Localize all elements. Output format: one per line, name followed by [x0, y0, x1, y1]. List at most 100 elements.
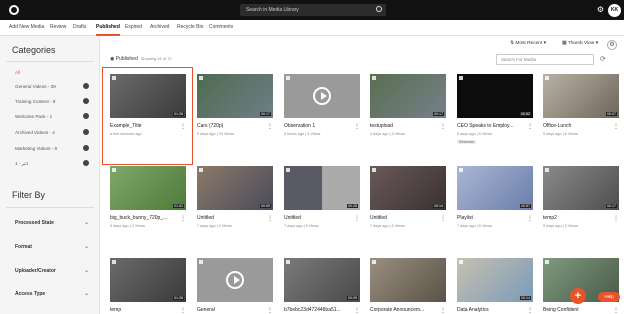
sidebar: Categories All General Videos - 38 Train…	[0, 36, 100, 314]
category-item[interactable]: Archived Videos - 4	[15, 129, 95, 135]
more-options-icon[interactable]: ⋮	[440, 307, 446, 314]
media-thumbnail[interactable]: 00:57	[457, 166, 533, 210]
expand-icon[interactable]	[83, 129, 89, 135]
media-title[interactable]: Untitled	[370, 215, 440, 221]
category-item[interactable]: General Videos - 38	[15, 83, 95, 89]
more-options-icon[interactable]: ⋮	[613, 215, 619, 222]
duration-badge: 00:28	[347, 204, 358, 208]
category-item[interactable]: 1 - انتر	[15, 160, 95, 167]
avatar[interactable]: KK	[608, 4, 621, 17]
media-thumbnail[interactable]: 00:09	[284, 258, 360, 302]
media-title[interactable]: Playlist	[457, 215, 527, 221]
tab-comments[interactable]: Comments	[209, 24, 233, 30]
sort-dropdown[interactable]: ⇅ Most Recent ▾	[510, 41, 546, 46]
filter-uploader[interactable]: Uploader/Creator ⌄	[15, 268, 95, 274]
more-options-icon[interactable]: ⋮	[354, 123, 360, 130]
filter-access-type[interactable]: Access Type ⌄	[15, 291, 95, 297]
media-search-input[interactable]: Search For Media	[496, 54, 594, 65]
category-all[interactable]: All	[15, 70, 95, 75]
search-icon[interactable]	[376, 6, 382, 12]
more-options-icon[interactable]: ⋮	[613, 123, 619, 130]
media-thumbnail[interactable]: 00:07	[543, 74, 619, 118]
media-title[interactable]: CEO Speaks to Employ...	[457, 123, 527, 129]
media-title[interactable]: testupload	[370, 123, 440, 129]
more-options-icon[interactable]: ⋮	[267, 123, 273, 130]
media-title[interactable]: big_buck_bunny_720p_...	[110, 215, 180, 221]
view-dropdown[interactable]: ▦ Thumb View ▾	[562, 41, 598, 46]
category-label: 1 - انتر	[15, 161, 29, 166]
duration-badge: 01:02	[173, 204, 184, 208]
media-title[interactable]: Observation 1	[284, 123, 354, 129]
more-options-icon[interactable]: ⋮	[180, 123, 186, 130]
tab-archived[interactable]: Archived	[150, 24, 169, 30]
media-title[interactable]: General	[197, 307, 267, 313]
logo-icon[interactable]	[9, 5, 19, 15]
expand-icon[interactable]	[83, 160, 89, 166]
tab-add-new-media[interactable]: Add New Media	[9, 24, 44, 30]
more-options-icon[interactable]: ⋮	[440, 123, 446, 130]
media-thumbnail[interactable]: 00:14	[457, 258, 533, 302]
media-title[interactable]: Corporate Announcem...	[370, 307, 440, 313]
media-title[interactable]: Being Confident	[543, 307, 613, 313]
expand-icon[interactable]	[83, 145, 89, 151]
expand-icon[interactable]	[83, 113, 89, 119]
filter-processed-state[interactable]: Processed State ⌄	[15, 220, 95, 226]
media-thumbnail[interactable]: 01:28	[110, 258, 186, 302]
more-options-icon[interactable]: ⋮	[527, 215, 533, 222]
more-options-icon[interactable]: ⋮	[180, 307, 186, 314]
media-title[interactable]: Cars (720p)	[197, 123, 267, 129]
media-thumbnail[interactable]: 01:02	[110, 166, 186, 210]
media-thumbnail[interactable]: 00:14	[370, 166, 446, 210]
tab-drafts[interactable]: Drafts	[73, 24, 86, 30]
sort-label: Most Recent	[515, 41, 543, 46]
media-title[interactable]: Data Analytics	[457, 307, 527, 313]
category-item[interactable]: Marketing Videos - 9	[15, 145, 95, 151]
category-item[interactable]: Welcome Pack - 1	[15, 113, 95, 119]
media-thumbnail[interactable]	[370, 258, 446, 302]
media-title[interactable]: Untitled	[284, 215, 354, 221]
media-thumbnail[interactable]: 00:28	[284, 166, 360, 210]
tab-recycle-bin[interactable]: Recycle Bin	[177, 24, 203, 30]
media-thumbnail[interactable]: 00:52	[457, 74, 533, 118]
media-title[interactable]: Office-Lunch	[543, 123, 613, 129]
media-thumbnail[interactable]: 01:28	[110, 74, 186, 118]
more-options-icon[interactable]: ⋮	[267, 215, 273, 222]
more-options-icon[interactable]: ⋮	[267, 307, 273, 314]
tab-expired[interactable]: Expired	[125, 24, 142, 30]
filter-format[interactable]: Format ⌄	[15, 244, 95, 250]
media-title[interactable]: Example_Title	[110, 123, 180, 129]
media-thumbnail[interactable]: 00:17	[370, 74, 446, 118]
duration-badge: 00:09	[347, 296, 358, 300]
media-thumbnail[interactable]: 00:09	[197, 166, 273, 210]
media-title[interactable]: b7bebc23d472446ba51...	[284, 307, 354, 313]
more-options-icon[interactable]: ⋮	[613, 307, 619, 314]
refresh-icon[interactable]: ⟳	[600, 55, 606, 63]
media-meta: 7 days ago | 5 Views	[457, 224, 492, 228]
settings-icon[interactable]: ⚙	[596, 5, 605, 14]
expand-icon[interactable]	[83, 98, 89, 104]
more-options-icon[interactable]: ⋮	[527, 123, 533, 130]
add-media-button[interactable]: +	[570, 288, 586, 304]
media-thumbnail[interactable]	[197, 258, 273, 302]
chevron-down-icon: ⌄	[83, 268, 89, 274]
media-title[interactable]: Untitled	[197, 215, 267, 221]
media-thumbnail[interactable]: 00:17	[197, 74, 273, 118]
expand-icon[interactable]	[83, 83, 89, 89]
settings-icon[interactable]: ⚙	[607, 40, 617, 50]
global-search-input[interactable]: Search in Media Library	[240, 4, 386, 16]
more-options-icon[interactable]: ⋮	[354, 215, 360, 222]
more-options-icon[interactable]: ⋮	[440, 215, 446, 222]
top-bar: Search in Media Library ⚙ KK	[0, 0, 624, 20]
media-title[interactable]: temp	[110, 307, 180, 313]
category-item[interactable]: Training Content - 8	[15, 98, 95, 104]
media-title[interactable]: temp2	[543, 215, 613, 221]
more-options-icon[interactable]: ⋮	[180, 215, 186, 222]
more-options-icon[interactable]: ⋮	[527, 307, 533, 314]
tab-review[interactable]: Review	[50, 24, 66, 30]
tab-published[interactable]: Published	[96, 24, 120, 30]
more-options-icon[interactable]: ⋮	[354, 307, 360, 314]
media-thumbnail[interactable]	[284, 74, 360, 118]
help-button[interactable]: Help	[598, 292, 620, 302]
media-type-icon	[545, 260, 549, 264]
media-thumbnail[interactable]: 00:17	[543, 166, 619, 210]
